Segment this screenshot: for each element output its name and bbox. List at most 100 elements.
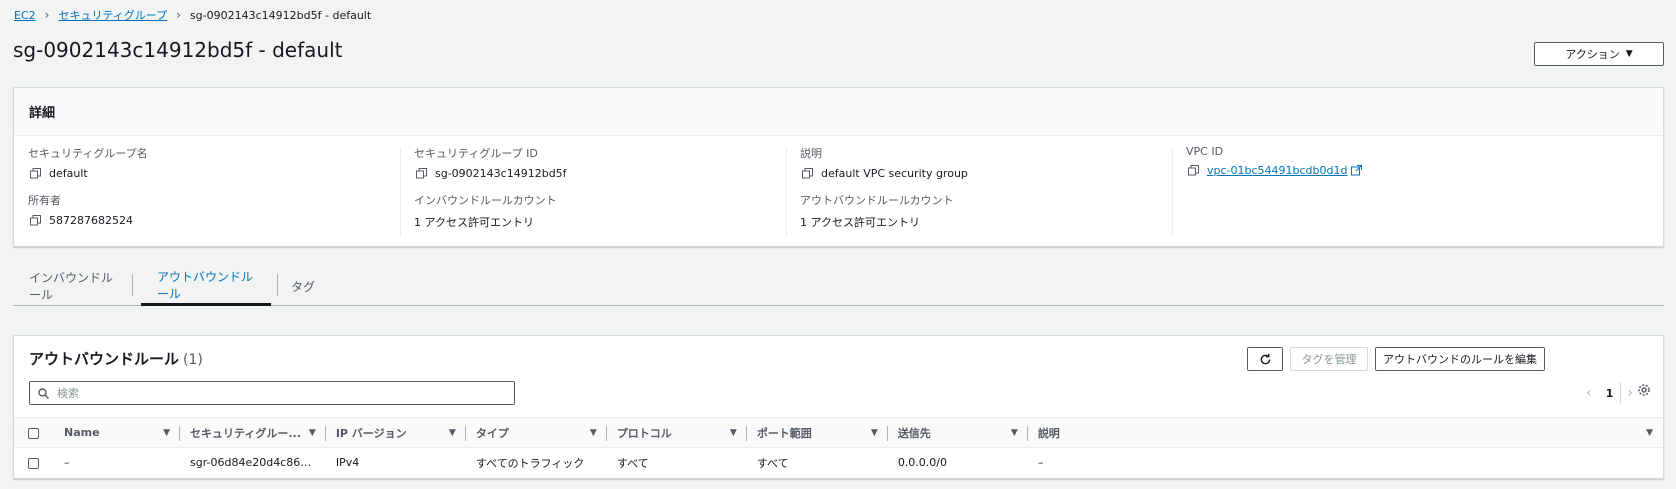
outbound-rules-table: Name ▼ セキュリティグルー... ▼ IP バージョン ▼ タイプ ▼ プロトコル… bbox=[14, 417, 1663, 478]
rules-count: (1) bbox=[183, 352, 203, 368]
cell-description: – bbox=[1037, 456, 1044, 470]
edit-outbound-rules-button[interactable]: アウトバウンドのルールを編集 bbox=[1375, 347, 1545, 371]
pager-divider bbox=[1620, 382, 1621, 404]
inbound-count-label: インバウンドルールカウント bbox=[414, 194, 557, 207]
cell-protocol: すべて bbox=[616, 456, 649, 470]
search-input[interactable] bbox=[57, 386, 497, 400]
breadcrumb-security-groups-link[interactable]: セキュリティグループ bbox=[58, 7, 167, 23]
outbound-count-label: アウトバウンドルールカウント bbox=[800, 194, 954, 207]
sg-id-label: セキュリティグループ ID bbox=[414, 147, 538, 160]
column-header-port-range[interactable]: ポート範囲 ▼ bbox=[747, 418, 888, 448]
table-row[interactable]: – sgr-06d84e20d4c86dc... IPv4 すべてのトラフィック… bbox=[14, 448, 1663, 478]
vpc-id-label: VPC ID bbox=[1186, 145, 1224, 158]
sort-caret-icon[interactable]: ▼ bbox=[1646, 428, 1653, 438]
copy-icon[interactable] bbox=[30, 168, 41, 179]
copy-icon[interactable] bbox=[802, 168, 813, 179]
sg-name-field: セキュリティグループ名 default bbox=[28, 145, 148, 180]
tab-bar: インバウンドルール アウトバウンドルール タグ bbox=[13, 266, 1664, 306]
chevron-right-icon[interactable]: › bbox=[1627, 385, 1633, 401]
external-link-icon[interactable] bbox=[1350, 165, 1362, 176]
vpc-id-field: VPC ID vpc-01bc54491bcdb0d1d bbox=[1186, 145, 1362, 177]
cell-port-range: すべて bbox=[756, 456, 789, 470]
actions-button-label: アクション bbox=[1565, 48, 1620, 61]
row-checkbox[interactable] bbox=[28, 457, 39, 469]
manage-tags-button[interactable]: タグを管理 bbox=[1290, 347, 1368, 371]
rules-title: アウトバウンドルール bbox=[29, 350, 180, 368]
page-number[interactable]: 1 bbox=[1606, 387, 1614, 400]
column-label: 説明 bbox=[1037, 426, 1060, 440]
chevron-left-icon[interactable]: ‹ bbox=[1586, 385, 1592, 401]
sort-caret-icon[interactable]: ▼ bbox=[590, 428, 597, 438]
inbound-count-field: インバウンドルールカウント 1 アクセス許可エントリ bbox=[414, 192, 557, 230]
column-divider bbox=[786, 148, 787, 236]
sort-caret-icon[interactable]: ▼ bbox=[730, 428, 737, 438]
search-field[interactable] bbox=[29, 381, 515, 405]
column-label: 送信先 bbox=[897, 426, 931, 440]
sort-caret-icon[interactable]: ▼ bbox=[163, 428, 170, 438]
column-divider bbox=[400, 148, 401, 236]
refresh-button[interactable] bbox=[1247, 347, 1283, 371]
cell-destination: 0.0.0.0/0 bbox=[897, 456, 948, 470]
column-header-name[interactable]: Name ▼ bbox=[54, 418, 180, 448]
outbound-count-value: 1 アクセス許可エントリ bbox=[800, 216, 920, 229]
refresh-icon bbox=[1260, 353, 1270, 364]
details-header: 詳細 bbox=[14, 88, 1663, 136]
breadcrumb: EC2 › セキュリティグループ › sg-0902143c14912bd5f … bbox=[14, 7, 371, 23]
column-label: プロトコル bbox=[616, 426, 672, 440]
table-header-row: Name ▼ セキュリティグルー... ▼ IP バージョン ▼ タイプ ▼ プロトコル… bbox=[14, 417, 1663, 448]
caret-down-icon: ▼ bbox=[1625, 49, 1633, 59]
cell-ip-version: IPv4 bbox=[335, 456, 360, 470]
column-header-ip-version[interactable]: IP バージョン ▼ bbox=[326, 418, 466, 448]
sort-caret-icon[interactable]: ▼ bbox=[871, 428, 878, 438]
copy-icon[interactable] bbox=[416, 168, 427, 179]
owner-value: 587287682524 bbox=[49, 214, 133, 227]
sort-caret-icon[interactable]: ▼ bbox=[1011, 428, 1018, 438]
sg-id-field: セキュリティグループ ID sg-0902143c14912bd5f bbox=[414, 145, 567, 180]
tab-tags[interactable]: タグ bbox=[275, 266, 335, 306]
column-header-type[interactable]: タイプ ▼ bbox=[466, 418, 607, 448]
column-label: タイプ bbox=[475, 426, 509, 440]
column-divider bbox=[1172, 148, 1173, 236]
owner-label: 所有者 bbox=[28, 194, 61, 207]
column-label: ポート範囲 bbox=[756, 426, 812, 440]
chevron-right-icon: › bbox=[44, 8, 50, 22]
rules-heading: アウトバウンドルール (1) bbox=[29, 348, 203, 369]
chevron-right-icon: › bbox=[176, 8, 181, 22]
description-field: 説明 default VPC security group bbox=[800, 145, 968, 180]
column-header-security-group-rule[interactable]: セキュリティグルー... ▼ bbox=[180, 418, 326, 448]
page-title: sg-0902143c14912bd5f - default bbox=[13, 38, 343, 62]
breadcrumb-ec2-link[interactable]: EC2 bbox=[14, 9, 36, 22]
description-label: 説明 bbox=[800, 147, 822, 160]
tab-outbound-rules[interactable]: アウトバウンドルール bbox=[141, 266, 271, 306]
row-select-cell bbox=[14, 448, 54, 478]
copy-icon[interactable] bbox=[1188, 165, 1199, 176]
outbound-rules-panel: アウトバウンドルール(1) タグを管理 アウトバウンドのルールを編集 ‹ 1 ›… bbox=[13, 335, 1664, 479]
column-label: セキュリティグルー... bbox=[190, 426, 301, 440]
details-panel: 詳細 セキュリティグループ名 default セキュリティグループ ID sg-… bbox=[13, 87, 1664, 247]
description-value: default VPC security group bbox=[821, 167, 968, 180]
settings-gear-icon[interactable] bbox=[1637, 383, 1651, 397]
search-icon bbox=[38, 387, 49, 399]
column-header-destination[interactable]: 送信先 ▼ bbox=[888, 418, 1028, 448]
actions-button[interactable]: アクション ▼ bbox=[1534, 42, 1664, 66]
sort-caret-icon[interactable]: ▼ bbox=[309, 428, 316, 438]
sg-name-label: セキュリティグループ名 bbox=[28, 147, 148, 160]
cell-type: すべてのトラフィック bbox=[475, 456, 585, 470]
column-label: IP バージョン bbox=[335, 426, 407, 440]
pagination: ‹ 1 › bbox=[1586, 385, 1633, 401]
inbound-count-value: 1 アクセス許可エントリ bbox=[414, 216, 534, 229]
vpc-id-link[interactable]: vpc-01bc54491bcdb0d1d bbox=[1207, 164, 1348, 177]
cell-security-group-rule-id: sgr-06d84e20d4c86dc... bbox=[190, 456, 324, 470]
outbound-count-field: アウトバウンドルールカウント 1 アクセス許可エントリ bbox=[800, 192, 954, 230]
sg-id-value: sg-0902143c14912bd5f bbox=[435, 167, 567, 180]
sg-name-value: default bbox=[49, 167, 88, 180]
select-all-checkbox[interactable] bbox=[28, 427, 39, 439]
column-header-protocol[interactable]: プロトコル ▼ bbox=[607, 418, 747, 448]
cell-name: – bbox=[64, 456, 70, 470]
column-label: Name bbox=[64, 426, 100, 439]
column-header-description[interactable]: 説明 ▼ bbox=[1028, 418, 1663, 448]
owner-field: 所有者 587287682524 bbox=[28, 192, 133, 227]
sort-caret-icon[interactable]: ▼ bbox=[449, 428, 456, 438]
tab-inbound-rules[interactable]: インバウンドルール bbox=[13, 266, 132, 306]
copy-icon[interactable] bbox=[30, 215, 41, 226]
